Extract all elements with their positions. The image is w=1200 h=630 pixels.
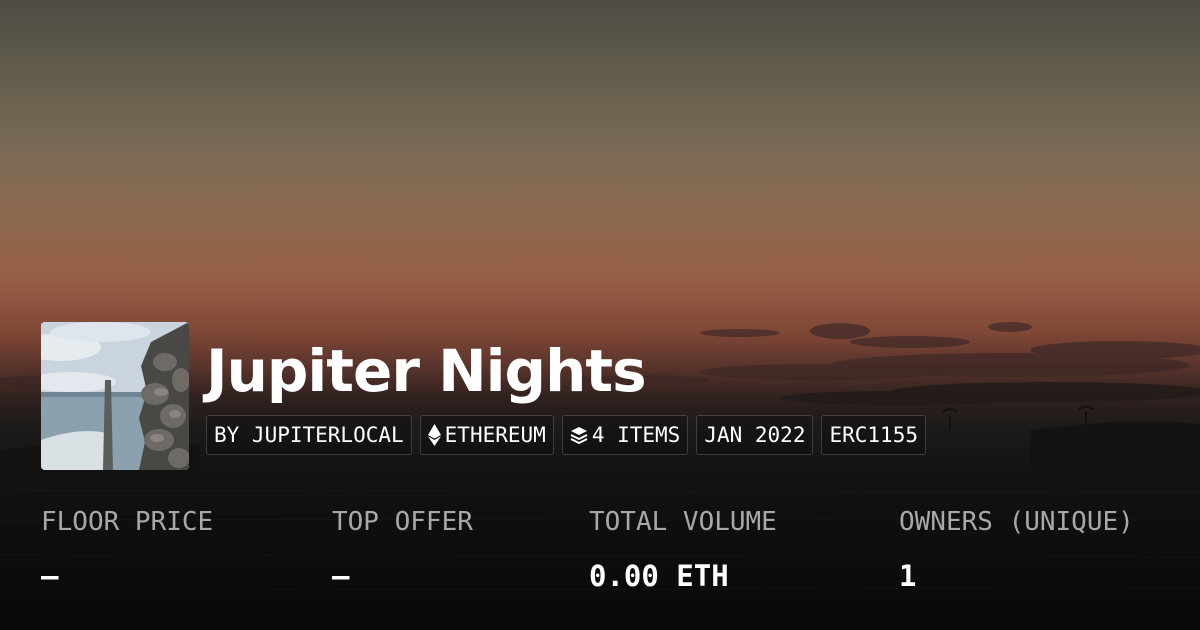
collection-preview-card: Jupiter Nights BY JUPITERLOCAL ETHEREUM … xyxy=(0,0,1200,630)
floor-price-label: FLOOR PRICE xyxy=(41,507,214,537)
total-volume-value: 0.00 ETH xyxy=(589,559,729,593)
top-offer-label: TOP OFFER xyxy=(332,507,473,537)
creator-tag-label: BY JUPITERLOCAL xyxy=(214,423,404,447)
seascape-thumbnail xyxy=(41,322,189,470)
layers-icon xyxy=(570,427,588,444)
creator-tag[interactable]: BY JUPITERLOCAL xyxy=(206,415,412,455)
top-offer-value: — xyxy=(332,559,350,593)
total-volume-label: TOTAL VOLUME xyxy=(589,507,777,537)
date-tag: JAN 2022 xyxy=(696,415,814,455)
top-offer-stat: TOP OFFER — xyxy=(332,505,473,593)
owners-stat: OWNERS (UNIQUE) 1 xyxy=(899,505,1134,593)
floor-price-stat: FLOOR PRICE — xyxy=(41,505,213,593)
token-standard-tag-label: ERC1155 xyxy=(829,423,918,447)
collection-tags: BY JUPITERLOCAL ETHEREUM 4 ITEMS JAN 202… xyxy=(206,415,926,455)
floor-price-value: — xyxy=(41,559,59,593)
collection-thumbnail[interactable] xyxy=(41,322,189,470)
owners-value: 1 xyxy=(899,559,917,593)
date-tag-label: JAN 2022 xyxy=(704,423,806,447)
items-tag-label: 4 ITEMS xyxy=(591,423,681,447)
chain-tag[interactable]: ETHEREUM xyxy=(419,415,554,455)
chain-tag-label: ETHEREUM xyxy=(444,423,546,447)
items-tag[interactable]: 4 ITEMS xyxy=(561,415,689,455)
total-volume-stat: TOTAL VOLUME 0.00 ETH xyxy=(589,505,777,593)
token-standard-tag: ERC1155 xyxy=(821,415,926,455)
collection-title: Jupiter Nights xyxy=(206,337,647,405)
owners-label: OWNERS (UNIQUE) xyxy=(899,507,1134,537)
ethereum-icon xyxy=(427,424,441,446)
